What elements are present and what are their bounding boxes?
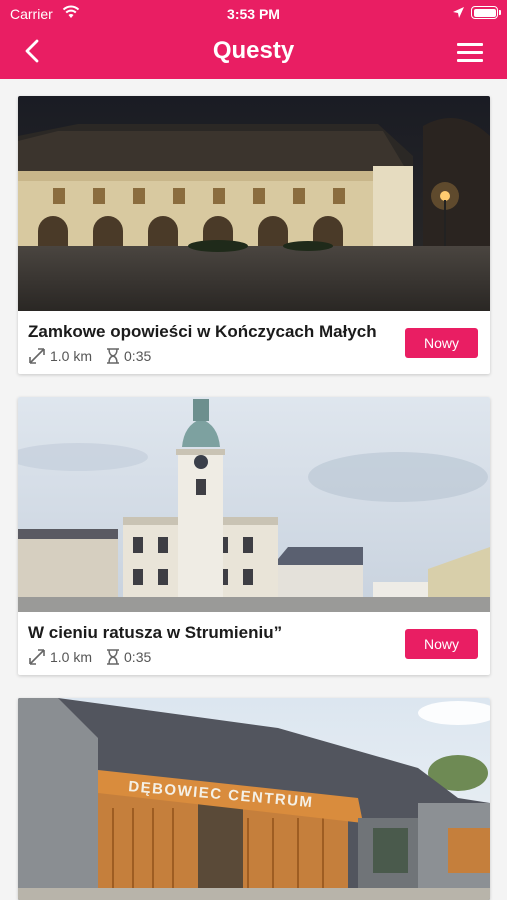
menu-bar <box>457 43 483 46</box>
new-badge[interactable]: Nowy <box>405 629 478 659</box>
menu-bar <box>457 59 483 62</box>
quest-duration: 0:35 <box>124 348 152 364</box>
new-badge[interactable]: Nowy <box>405 328 478 358</box>
top-bar: Carrier 3:53 PM Questy <box>0 0 507 79</box>
menu-button[interactable] <box>455 40 485 66</box>
battery-icon <box>471 6 501 19</box>
hourglass-icon <box>107 348 120 364</box>
status-time: 3:53 PM <box>227 6 280 22</box>
quest-card[interactable]: DĘBOWIEC CENTRUM <box>18 698 490 900</box>
status-bar: Carrier 3:53 PM <box>0 0 507 28</box>
quest-distance: 1.0 km <box>50 649 93 665</box>
page-title: Questy <box>212 37 295 64</box>
quest-card-body: W cieniu ratusza w Strumieniu” 1.0 km 0:… <box>18 612 490 675</box>
menu-bar <box>457 51 483 54</box>
quest-card-body: Zamkowe opowieści w Kończycach Małych 1.… <box>18 311 490 374</box>
distance-arrows-icon <box>29 649 45 665</box>
quest-card[interactable]: Zamkowe opowieści w Kończycach Małych 1.… <box>18 96 490 374</box>
distance-arrows-icon <box>29 348 45 364</box>
hourglass-icon <box>107 649 120 665</box>
quest-title: W cieniu ratusza w Strumieniu” <box>28 623 283 642</box>
quest-meta: 1.0 km 0:35 <box>28 648 151 666</box>
quest-image[interactable] <box>18 96 490 311</box>
quest-distance: 1.0 km <box>50 348 93 364</box>
quest-title: Zamkowe opowieści w Kończycach Małych <box>28 322 377 341</box>
quest-duration: 0:35 <box>124 649 152 665</box>
quest-card[interactable]: W cieniu ratusza w Strumieniu” 1.0 km 0:… <box>18 397 490 675</box>
quest-meta: 1.0 km 0:35 <box>28 347 151 365</box>
quest-image[interactable] <box>18 397 490 612</box>
location-arrow-icon <box>453 7 464 18</box>
quest-image[interactable]: DĘBOWIEC CENTRUM <box>18 698 490 900</box>
